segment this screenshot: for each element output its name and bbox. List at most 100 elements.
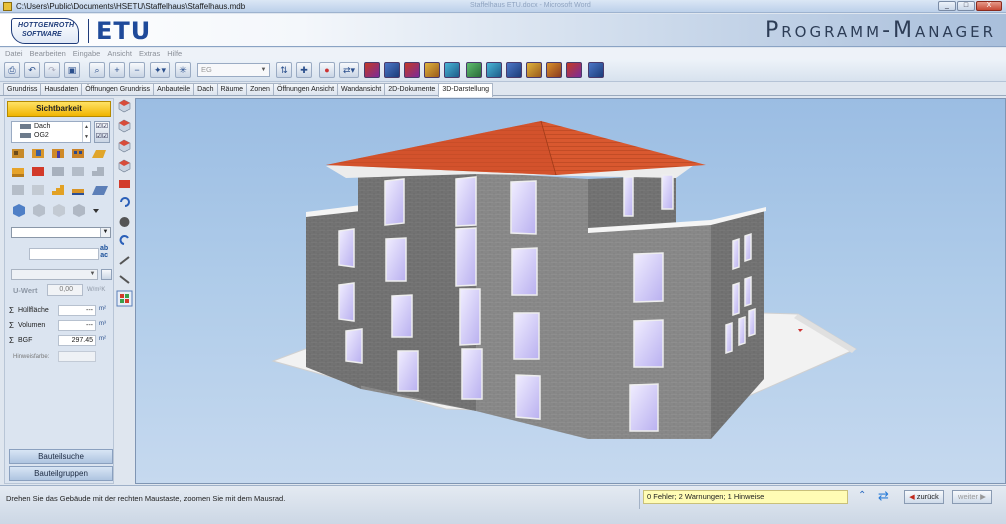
module-11-icon[interactable] [566, 62, 582, 78]
module-7-icon[interactable] [486, 62, 502, 78]
close-button[interactable]: X [976, 1, 1002, 11]
wall-icon [12, 149, 24, 158]
status-bar: Drehen Sie das Gebäude mit der rechten M… [0, 485, 1006, 524]
ceiling-icon [92, 150, 106, 158]
menu-bearbeiten[interactable]: Bearbeiten [30, 48, 66, 59]
check-all-button[interactable]: ☑☑ ☑☑ [94, 121, 110, 143]
status-hint: Drehen Sie das Gebäude mit der rechten M… [6, 494, 286, 503]
etu-logo: ETU [96, 17, 152, 45]
floor-new-icon[interactable]: ✚ [296, 62, 312, 78]
door-icon [52, 149, 64, 158]
sigma-icon: Σ [9, 321, 14, 330]
app-icon [3, 1, 12, 11]
module-8-icon[interactable] [506, 62, 522, 78]
module-10-icon[interactable] [546, 62, 562, 78]
refresh-icon[interactable]: ⇄ [878, 488, 889, 504]
menu-bar: Datei Bearbeiten Eingabe Ansicht Extras … [0, 48, 1006, 59]
bauteilsuche-button[interactable]: Bauteilsuche [9, 449, 113, 464]
module-2-icon[interactable] [384, 62, 400, 78]
undo-icon[interactable]: ↶ [24, 62, 40, 78]
left-panel: Sichtbarkeit Dach OG2 ▲ ▼ ☑☑ ☑☑ ▼ ab ac … [4, 98, 114, 484]
tab-raeume[interactable]: Räume [216, 83, 248, 95]
module-4-icon[interactable] [424, 62, 440, 78]
sigma-icon: Σ [9, 306, 14, 315]
errors-summary[interactable]: 0 Fehler; 2 Warnungen; 1 Hinweise [643, 490, 848, 504]
tab-anbauteile[interactable]: Anbauteile [153, 83, 195, 95]
rotate-left-icon [119, 235, 129, 245]
collapse-up-icon[interactable]: ⌃ [858, 490, 866, 501]
menu-datei[interactable]: Datei [5, 48, 23, 59]
chevron-down-icon: ▼ [260, 67, 267, 73]
tab-oeffnungen-ansicht[interactable]: Öffnungen Ansicht [272, 83, 339, 95]
module-6-icon[interactable] [466, 62, 482, 78]
pan-icon [119, 256, 130, 265]
zoom-out-icon[interactable]: − [129, 62, 145, 78]
snap-icon[interactable]: ✳ [175, 62, 191, 78]
tab-bar: Grundriss Hausdaten Öffnungen Grundriss … [0, 83, 1006, 97]
cube-grey-3-icon [73, 204, 85, 217]
bauteilgruppen-button[interactable]: Bauteilgruppen [9, 466, 113, 481]
visibility-button[interactable]: Sichtbarkeit [7, 101, 111, 117]
tab-oeffnungen-grundriss[interactable]: Öffnungen Grundriss [81, 83, 155, 95]
room-icon [52, 167, 64, 176]
view-tool-strip [116, 98, 133, 318]
app-header: HOTTGENROTH SOFTWARE ETU Programm-Manage… [0, 14, 1006, 47]
hinweis-color-field[interactable] [58, 351, 96, 362]
module-9-icon[interactable] [526, 62, 542, 78]
zoom-window-icon[interactable]: ⌕ [89, 62, 105, 78]
module-12-icon[interactable] [588, 62, 604, 78]
section-icon[interactable]: ⇄▾ [339, 62, 359, 78]
print-icon[interactable]: ⎙ [4, 62, 20, 78]
view-tools-svg [116, 99, 133, 307]
floor-add-icon[interactable]: ⇅ [276, 62, 292, 78]
chevron-down-icon: ▼ [89, 271, 96, 277]
stairs-icon [92, 167, 104, 176]
module-5-icon[interactable] [444, 62, 460, 78]
hinweis-label: Hinweisfarbe: [13, 354, 50, 360]
building-3d-model[interactable] [136, 99, 1006, 484]
tab-hausdaten[interactable]: Hausdaten [40, 83, 83, 95]
view-iso-3-icon [118, 139, 131, 153]
zoom-in-icon[interactable]: + [109, 62, 125, 78]
list-item[interactable]: OG2 [12, 131, 90, 140]
tab-zonen[interactable]: Zonen [246, 83, 274, 95]
hottgenroth-logo: HOTTGENROTH SOFTWARE [11, 18, 79, 44]
huellflaeche-value: --- [58, 305, 96, 316]
menu-extras[interactable]: Extras [139, 48, 160, 59]
view-iso-4-icon [118, 159, 131, 173]
module-3-icon[interactable] [404, 62, 420, 78]
stop-icon[interactable]: ● [319, 62, 335, 78]
tab-dach[interactable]: Dach [193, 83, 218, 95]
list-item[interactable]: Dach [12, 122, 90, 131]
material-select[interactable]: ▼ [11, 269, 98, 280]
module-1-icon[interactable] [364, 62, 380, 78]
component-type-select[interactable]: ▼ [11, 227, 111, 238]
screenshot-icon[interactable]: ▣ [64, 62, 80, 78]
floor-list[interactable]: Dach OG2 ▲ ▼ [11, 121, 91, 143]
search-input[interactable] [29, 248, 99, 260]
u-wert-field[interactable]: 0,00 [47, 284, 83, 296]
3d-viewport[interactable] [135, 98, 1006, 484]
redo-icon[interactable]: ↷ [44, 62, 60, 78]
menu-eingabe[interactable]: Eingabe [73, 48, 101, 59]
replace-text-icon[interactable]: ab ac [100, 245, 108, 259]
cube-grey-2-icon [53, 204, 65, 217]
zone-icon [72, 167, 84, 176]
cube-blue-icon [13, 204, 25, 217]
keyboard-icon[interactable] [101, 269, 112, 280]
list-scroll[interactable]: ▲ ▼ [82, 122, 90, 142]
floor-select[interactable]: EG ▼ [197, 63, 270, 77]
maximize-button[interactable]: □ [957, 1, 975, 11]
plate-icon [92, 186, 108, 195]
tab-grundriss[interactable]: Grundriss [3, 83, 42, 95]
menu-ansicht[interactable]: Ansicht [107, 48, 132, 59]
next-button[interactable]: weiter ▶ [952, 490, 992, 504]
tab-wandansicht[interactable]: Wandansicht [337, 83, 386, 95]
view-direction-icon[interactable]: ✦▾ [150, 62, 170, 78]
tab-2d-dokumente[interactable]: 2D-Dokumente [384, 83, 440, 95]
menu-hilfe[interactable]: Hilfe [167, 48, 182, 59]
back-button[interactable]: ◀ zurück [904, 490, 944, 504]
tab-3d-darstellung[interactable]: 3D-Darstellung [438, 83, 494, 97]
minimize-button[interactable]: _ [938, 1, 956, 11]
bgf-value: 297.45 [58, 335, 96, 346]
